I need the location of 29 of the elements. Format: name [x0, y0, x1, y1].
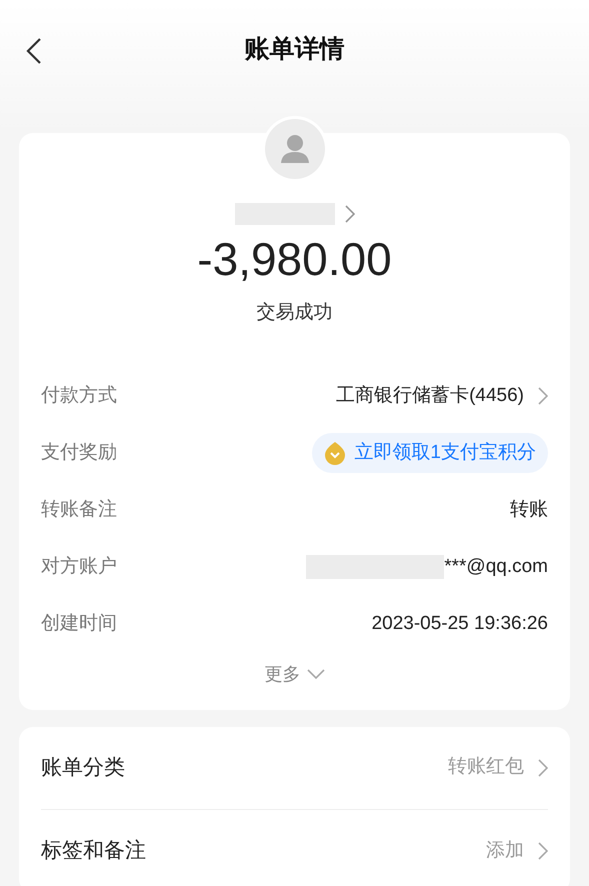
transaction-status: 交易成功: [256, 301, 332, 325]
reward-button[interactable]: 立即领取1支付宝积分: [312, 433, 548, 473]
chevron-right-icon: [538, 842, 548, 860]
field-label: 对方账户: [41, 554, 117, 579]
field-label: 支付奖励: [41, 440, 117, 465]
field-value: 工商银行储蓄卡(4456): [336, 384, 524, 408]
field-label: 付款方式: [41, 384, 117, 408]
more-button[interactable]: 更多: [264, 660, 324, 688]
field-label: 创建时间: [41, 612, 117, 636]
amount: -3,980.00: [197, 232, 392, 287]
back-icon: [26, 37, 42, 65]
page-title: 账单详情: [244, 34, 344, 66]
row-value: 转账红包: [448, 755, 524, 780]
field-value: ***@qq.com: [444, 554, 548, 579]
field-value: 转账: [510, 498, 548, 522]
chevron-right-icon: [344, 205, 354, 223]
chevron-down-icon: [306, 669, 324, 679]
row-label: 标签和备注: [41, 838, 146, 864]
field-value: 2023-05-25 19:36:26: [372, 612, 548, 636]
coin-icon: [324, 441, 346, 465]
chevron-right-icon: [538, 387, 548, 405]
row-value: 添加: [486, 838, 524, 863]
settings-row[interactable]: 账单分类 转账红包: [41, 726, 548, 810]
row-label: 账单分类: [41, 754, 125, 781]
back-button[interactable]: [24, 36, 44, 66]
chevron-right-icon: [538, 758, 548, 776]
settings-row[interactable]: 标签和备注 添加: [41, 810, 548, 886]
avatar-icon: [264, 119, 324, 179]
field-label: 转账备注: [41, 498, 117, 522]
